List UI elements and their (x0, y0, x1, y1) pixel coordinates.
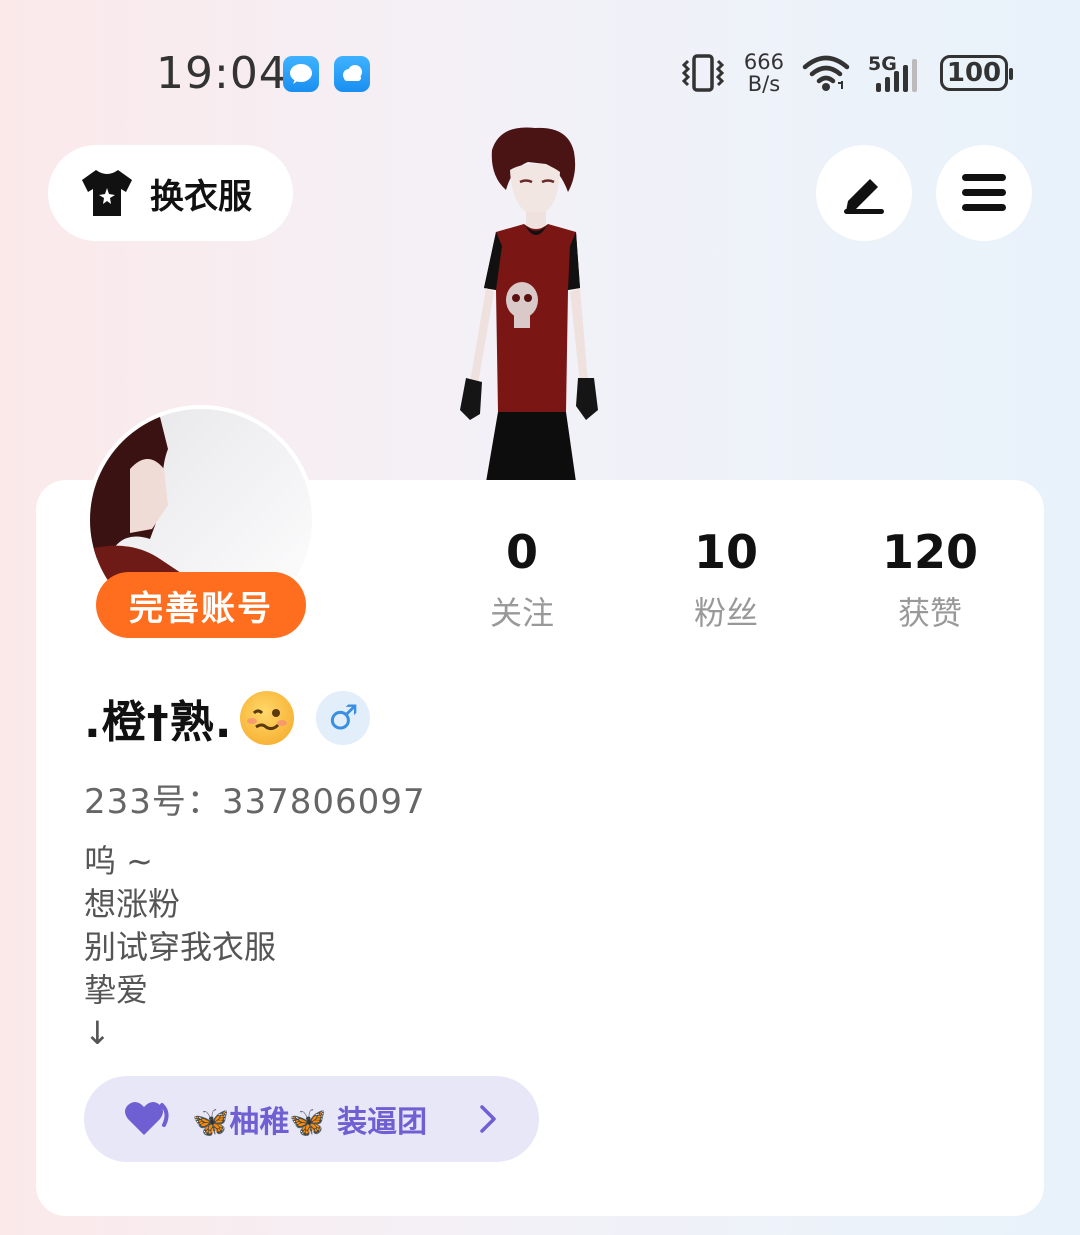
edit-icon (844, 179, 884, 214)
fan-group-button[interactable]: 🦋柚稚🦋 装逼团 (84, 1076, 539, 1162)
tshirt-icon (82, 170, 132, 216)
menu-icon (962, 174, 1006, 211)
battery-icon: 100 (940, 55, 1013, 91)
status-right: 666 B/s 5G 100 (680, 50, 1013, 96)
edit-button[interactable] (816, 145, 912, 241)
following-count: 0 (505, 525, 538, 579)
bio-line: 别试穿我衣服 (84, 928, 277, 966)
vibrate-icon (681, 54, 725, 92)
network-speed: 666 B/s (744, 51, 784, 95)
stat-fans[interactable]: 10 粉丝 (646, 522, 806, 634)
male-gender-icon: ♂ (316, 691, 371, 745)
fans-count: 10 (693, 525, 758, 579)
gender-symbol: ♂ (328, 698, 359, 738)
fan-group-label: 🦋柚稚🦋 装逼团 (192, 1105, 428, 1140)
likes-label: 获赞 (897, 594, 962, 632)
character-figure (460, 127, 598, 482)
complete-account-button[interactable]: 完善账号 (96, 572, 306, 638)
bio-line: ↓ (84, 1014, 111, 1052)
menu-button[interactable] (936, 145, 1032, 241)
bio-line: 挚爱 (84, 971, 149, 1009)
battery-level: 100 (946, 58, 1002, 88)
user-id: 233号：337806097 (84, 782, 426, 822)
bio-line: 呜 ~ (84, 842, 153, 880)
stat-following[interactable]: 0 关注 (442, 522, 602, 634)
chevron-right-icon (480, 1105, 496, 1133)
speed-value: 666 (743, 50, 784, 74)
stat-likes[interactable]: 120 获赞 (850, 522, 1010, 634)
heart-icon (125, 1101, 169, 1135)
fans-label: 粉丝 (693, 594, 758, 632)
bio-line: 想涨粉 (84, 885, 181, 923)
signal-icon: 5G (868, 53, 922, 93)
change-outfit-button[interactable]: 换衣服 (48, 145, 293, 241)
wifi-icon (802, 55, 850, 91)
name-row: .橙†熟. ♂ (84, 686, 371, 750)
username: .橙†熟. (84, 697, 233, 748)
likes-count: 120 (881, 525, 979, 579)
change-outfit-label: 换衣服 (150, 176, 252, 217)
bio: 呜 ~ 想涨粉 别试穿我衣服 挚爱 ↓ (84, 840, 276, 1055)
speed-unit: B/s (747, 72, 781, 96)
message-app-icon (283, 56, 319, 92)
cloud-app-icon (334, 56, 370, 92)
status-time: 19:04 (156, 48, 288, 99)
following-label: 关注 (489, 594, 554, 632)
woozy-face-icon (240, 691, 295, 745)
